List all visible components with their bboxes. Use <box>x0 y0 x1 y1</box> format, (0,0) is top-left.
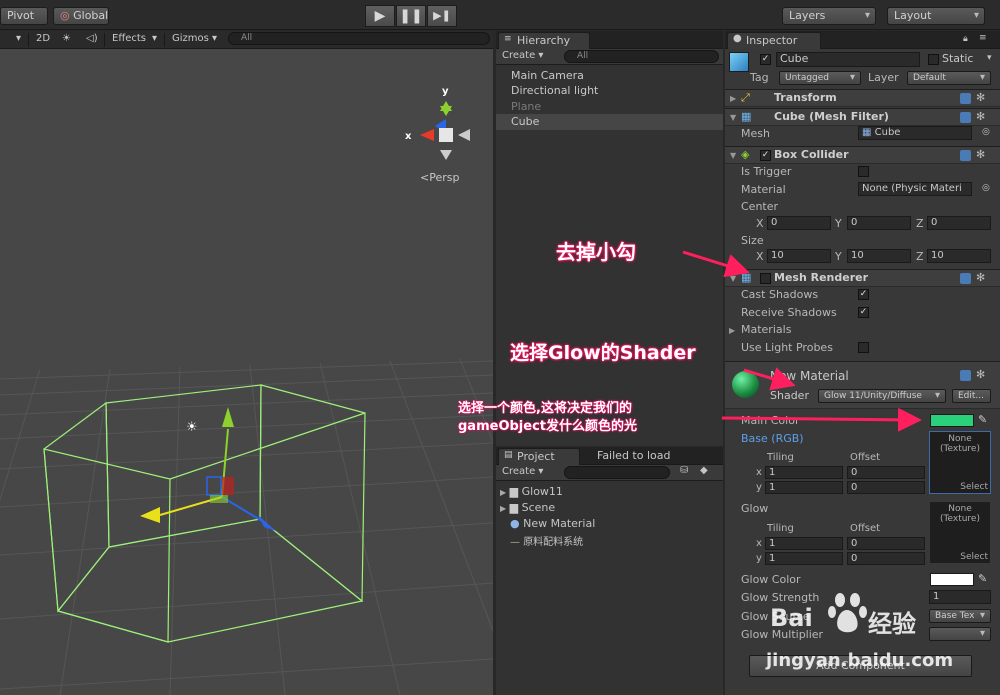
arrow-to-shader <box>743 367 796 391</box>
annotation-select-color-line1: 选择一个颜色,这将决定我们的 <box>458 401 632 416</box>
annotation-select-shader: 选择Glow的Shader <box>510 342 696 364</box>
annotation-arrows <box>682 250 922 432</box>
arrow-to-mesh-renderer <box>682 250 750 278</box>
annotation-select-color-line2: gameObject发什么颜色的光 <box>458 419 637 434</box>
arrow-to-main-color <box>721 407 922 432</box>
annotation-remove-check: 去掉小勾 <box>556 240 636 264</box>
